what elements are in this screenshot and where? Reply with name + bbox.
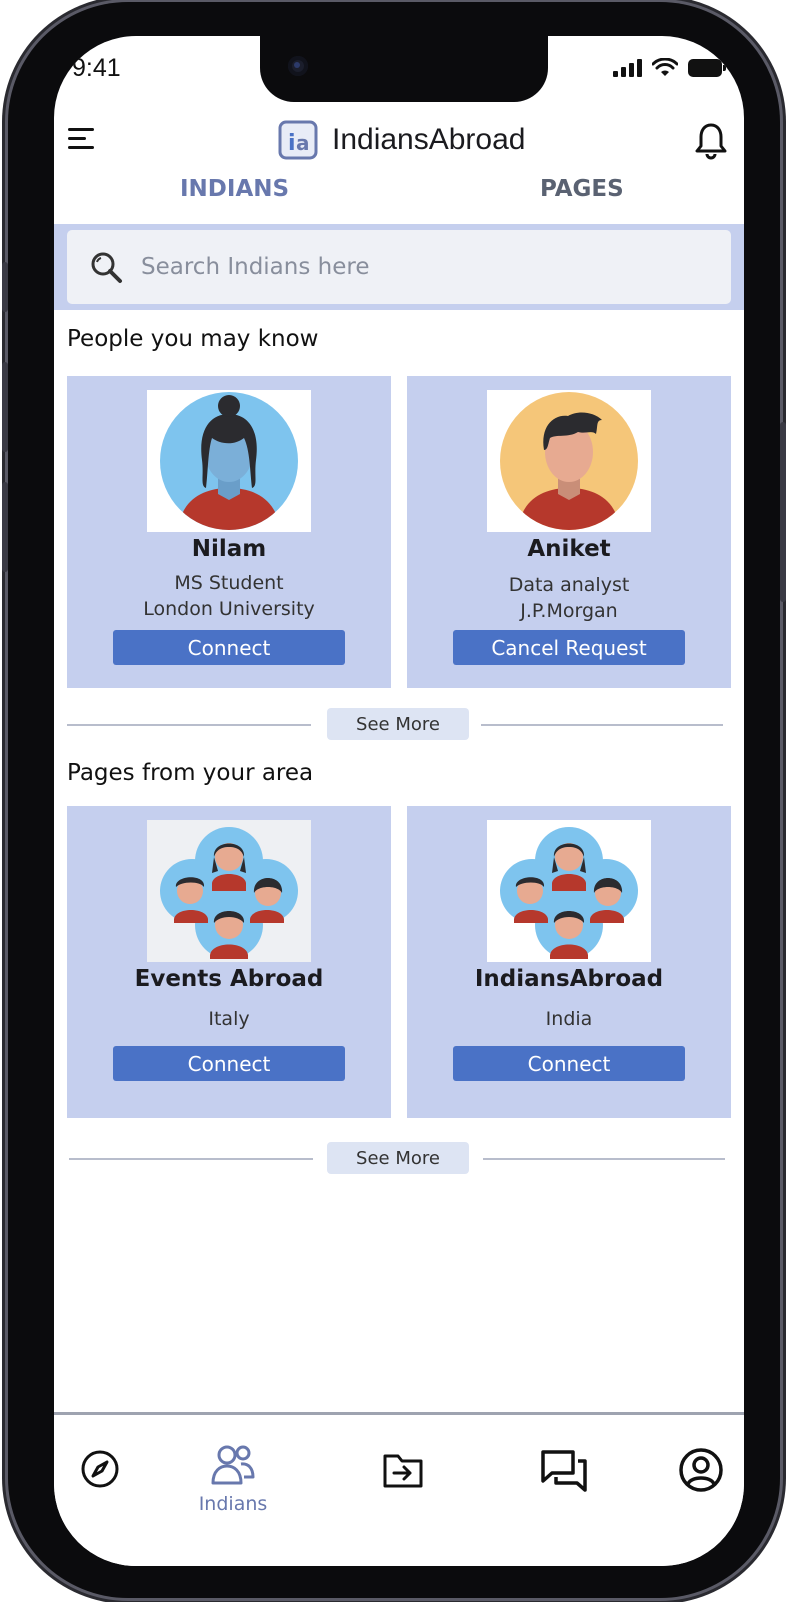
search-box [67, 230, 731, 304]
person-role: MS Student [174, 572, 284, 594]
power-button [780, 422, 786, 602]
page-image [147, 820, 311, 962]
tab-indians[interactable]: INDIANS [180, 176, 289, 202]
pages-section-title: Pages from your area [67, 760, 314, 786]
avatar [147, 390, 311, 532]
battery-icon [688, 59, 726, 77]
camera-icon [288, 56, 308, 76]
person-card-nilam: Nilam MS Student London University Conne… [67, 376, 391, 688]
bottom-nav: Indians [54, 1412, 744, 1566]
app-header: i a IndiansAbroad [54, 116, 744, 166]
people-see-more-row: See More [67, 708, 731, 740]
female-avatar-icon [160, 392, 298, 530]
person-name: Nilam [191, 536, 267, 562]
volume-down-button [2, 482, 8, 572]
screen: 9:41 i a IndiansAbroad INDIANS PAGES Sea… [54, 36, 744, 1566]
connect-button[interactable]: Connect [113, 630, 345, 665]
person-organization: J.P.Morgan [520, 600, 618, 622]
page-name: IndiansAbroad [474, 966, 664, 992]
group-icon [500, 827, 638, 959]
person-card-aniket: Aniket Data analyst J.P.Morgan Cancel Re… [407, 376, 731, 688]
page-name: Events Abroad [134, 966, 324, 992]
logo-icon: i a [278, 120, 318, 160]
nav-indians-label: Indians [198, 1493, 268, 1515]
divider [69, 1158, 313, 1160]
svg-text:i: i [288, 131, 296, 156]
divider [67, 724, 311, 726]
chat-icon[interactable] [540, 1449, 588, 1493]
people-section-title: People you may know [67, 326, 319, 352]
silent-switch [2, 262, 8, 312]
phone-frame: 9:41 i a IndiansAbroad INDIANS PAGES Sea… [2, 2, 786, 1598]
bell-icon[interactable] [694, 122, 728, 160]
pages-see-more-button[interactable]: See More [327, 1142, 469, 1174]
person-role: Data analyst [508, 574, 630, 596]
avatar [487, 390, 651, 532]
page-card-events-abroad: Events Abroad Italy Connect [67, 806, 391, 1118]
page-location: Italy [208, 1008, 250, 1030]
tab-bar: INDIANS PAGES [54, 172, 744, 222]
connect-button[interactable]: Connect [113, 1046, 345, 1081]
people-see-more-button[interactable]: See More [327, 708, 469, 740]
compass-icon[interactable] [80, 1449, 120, 1489]
divider [481, 724, 723, 726]
wifi-icon [652, 58, 678, 76]
profile-icon[interactable] [678, 1447, 724, 1493]
svg-text:a: a [296, 131, 310, 155]
group-icon [160, 827, 298, 959]
volume-up-button [2, 362, 8, 452]
page-card-indiansabroad: IndiansAbroad India Connect [407, 806, 731, 1118]
connect-button[interactable]: Connect [453, 1046, 685, 1081]
tab-pages[interactable]: PAGES [540, 176, 624, 202]
status-time: 9:41 [72, 54, 121, 82]
search-icon [91, 252, 122, 283]
folder-arrow-icon[interactable] [382, 1451, 424, 1489]
notch [260, 36, 548, 102]
divider [483, 1158, 725, 1160]
signal-icon [613, 59, 642, 77]
search-band [54, 224, 744, 310]
pages-see-more-row: See More [67, 1142, 731, 1174]
status-icons [613, 58, 726, 78]
people-icon [211, 1445, 255, 1485]
person-organization: London University [143, 598, 315, 620]
page-image [487, 820, 651, 962]
nav-indians[interactable]: Indians [188, 1443, 278, 1533]
search-input[interactable] [141, 254, 661, 280]
male-avatar-icon [500, 392, 638, 530]
person-name: Aniket [527, 536, 611, 562]
app-title: IndiansAbroad [332, 123, 526, 156]
page-location: India [545, 1008, 593, 1030]
app-logo: i a IndiansAbroad [278, 120, 525, 160]
cancel-request-button[interactable]: Cancel Request [453, 630, 685, 665]
menu-button[interactable] [68, 128, 94, 152]
